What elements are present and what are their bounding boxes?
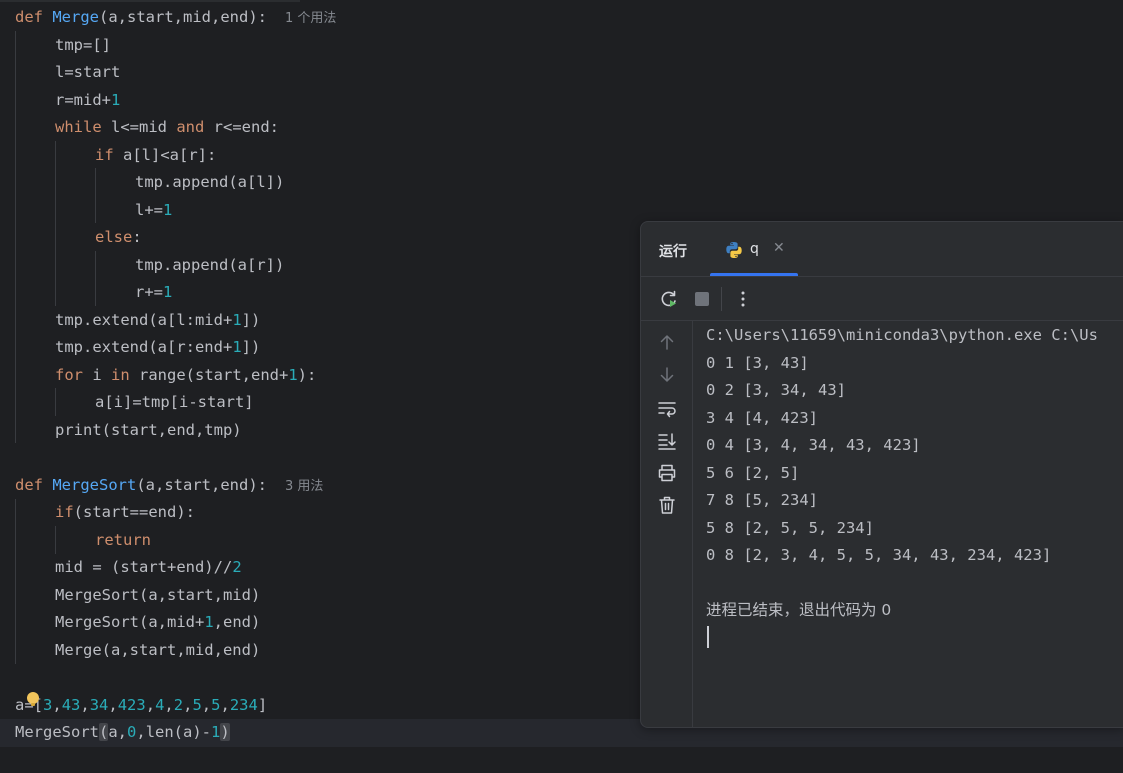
console-line: C:\Users\11659\miniconda3\python.exe C:\… <box>706 326 1098 344</box>
code-line[interactable]: while l<=mid and r<=end: <box>55 114 279 142</box>
close-icon[interactable]: ✕ <box>773 240 785 256</box>
code-line[interactable]: MergeSort(a,start,mid) <box>55 582 260 610</box>
tab-active-indicator <box>710 273 798 276</box>
function-name-merge: Merge <box>52 8 100 26</box>
more-options-icon[interactable] <box>733 289 753 309</box>
run-tool-window[interactable]: 运行 q ✕ C:\Users\11659\miniconda3\python.… <box>640 221 1123 728</box>
code-line-def-mergesort[interactable]: def MergeSort(a,start,end): 3 用法 <box>15 472 323 500</box>
code-line[interactable]: print(start,end,tmp) <box>55 417 242 445</box>
code-line[interactable]: tmp.append(a[r]) <box>135 252 284 280</box>
console-line: 5 8 [2, 5, 5, 234] <box>706 518 874 537</box>
code-line-def-merge[interactable]: def Merge(a,start,mid,end): 1 个用法 <box>15 4 336 32</box>
code-line[interactable]: tmp.append(a[l]) <box>135 169 284 197</box>
print-icon[interactable] <box>657 463 677 483</box>
code-line[interactable]: l+=1 <box>135 197 172 225</box>
bracket-highlight: ) <box>220 723 230 741</box>
function-name-mergesort: MergeSort <box>52 475 137 494</box>
soft-wrap-icon[interactable] <box>657 398 677 418</box>
code-line[interactable]: if(start==end): <box>55 499 195 527</box>
arrow-up-icon[interactable] <box>657 332 677 352</box>
lightbulb-icon[interactable] <box>27 692 39 706</box>
editor-top-border <box>0 0 300 2</box>
trash-icon[interactable] <box>657 495 677 515</box>
indent-guide <box>95 168 96 223</box>
console-line: 0 8 [2, 3, 4, 5, 5, 34, 43, 234, 423] <box>706 546 1052 564</box>
code-line[interactable]: a[i]=tmp[i-start] <box>95 389 254 417</box>
indent-guide <box>15 499 16 664</box>
indent-guide <box>55 388 56 416</box>
python-icon <box>726 242 742 258</box>
rerun-icon[interactable] <box>659 289 679 309</box>
toolbar-separator <box>721 287 722 311</box>
code-line[interactable]: MergeSort(a,mid+1,end) <box>55 609 260 637</box>
code-line[interactable]: Merge(a,start,mid,end) <box>55 637 260 665</box>
console-line: 7 8 [5, 234] <box>706 491 818 509</box>
code-line[interactable]: mid = (start+end)//2 <box>55 554 242 582</box>
usages-hint[interactable]: 1 个用法 <box>285 11 336 26</box>
console-output[interactable]: C:\Users\11659\miniconda3\python.exe C:\… <box>706 322 1123 722</box>
arrow-down-icon[interactable] <box>657 365 677 385</box>
code-line[interactable]: r+=1 <box>135 279 172 307</box>
indent-guide <box>95 251 96 306</box>
console-line: 3 4 [4, 423] <box>706 408 818 427</box>
process-exit-message: 进程已结束，退出代码为 0 <box>706 601 892 619</box>
console-line: 0 2 [3, 34, 43] <box>706 381 846 399</box>
code-line[interactable]: l=start <box>55 59 120 87</box>
bracket-highlight: ( <box>99 723 109 741</box>
code-line[interactable]: tmp.extend(a[l:mid+1]) <box>55 307 260 335</box>
run-tab[interactable]: q ✕ <box>710 222 798 276</box>
code-line[interactable]: tmp.extend(a[r:end+1]) <box>55 334 260 362</box>
tab-label: q <box>750 241 759 257</box>
code-line[interactable]: r=mid+1 <box>55 87 120 115</box>
code-line[interactable]: if a[l]<a[r]: <box>95 142 216 170</box>
code-line-array[interactable]: a=[3,43,34,423,4,2,5,5,234] <box>15 692 267 720</box>
console-line: 0 1 [3, 43] <box>706 353 809 372</box>
indent-guide <box>55 526 56 554</box>
console-side-toolbar <box>641 321 693 727</box>
console-line: 5 6 [2, 5] <box>706 463 800 482</box>
code-line[interactable]: return <box>95 527 151 555</box>
code-line[interactable]: for i in range(start,end+1): <box>55 362 316 390</box>
console-caret <box>707 626 709 648</box>
stop-icon[interactable] <box>692 289 712 309</box>
indent-guide <box>15 31 16 443</box>
run-title: 运行 <box>659 244 687 260</box>
console-line: 0 4 [3, 4, 34, 43, 423] <box>706 436 921 454</box>
usages-hint[interactable]: 3 用法 <box>285 479 323 494</box>
scroll-to-end-icon[interactable] <box>657 431 677 451</box>
code-line[interactable]: tmp=[] <box>55 32 111 60</box>
indent-guide <box>55 141 56 306</box>
run-toolbar <box>641 277 1123 321</box>
code-line[interactable]: else: <box>95 224 142 252</box>
run-header: 运行 q ✕ <box>641 222 1123 277</box>
